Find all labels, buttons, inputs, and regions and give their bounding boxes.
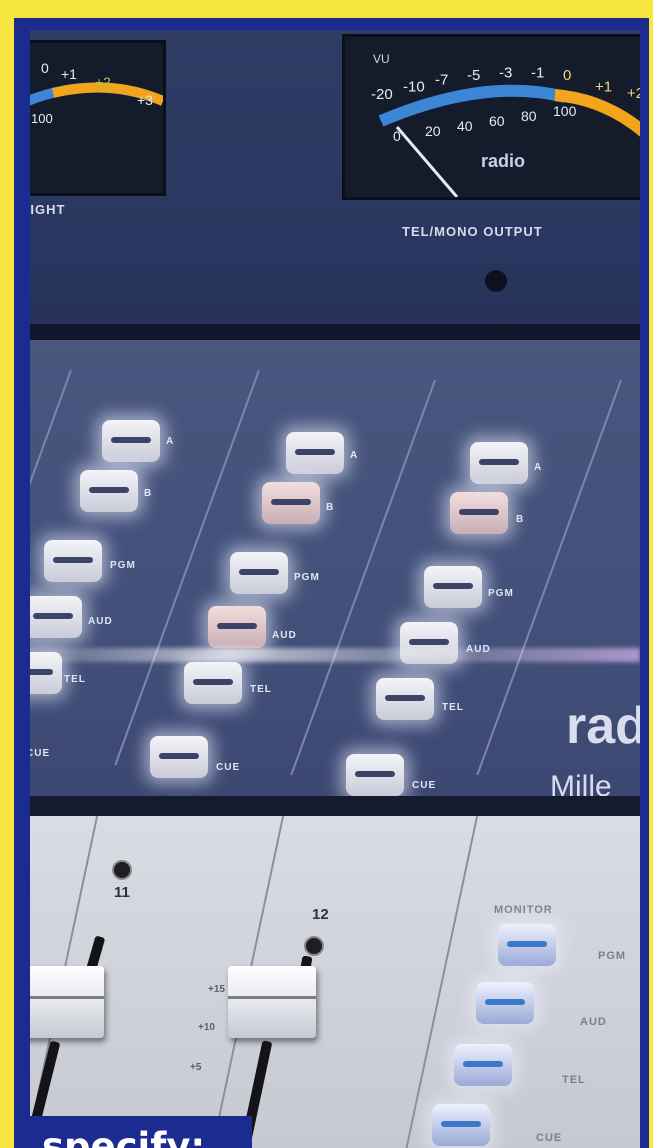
cue-label: CUE xyxy=(412,780,437,791)
channel-11-fader[interactable] xyxy=(30,966,104,1038)
monitor-title: MONITOR xyxy=(494,904,553,916)
assign-a-label: A xyxy=(534,462,543,473)
aud-button[interactable] xyxy=(30,596,82,638)
vu-top-scale-label: -3 xyxy=(499,64,512,81)
vu-meter-left-face: 0 +1 +2 +3 100 xyxy=(30,60,163,126)
tel-label: TEL xyxy=(442,702,464,713)
cue-button[interactable] xyxy=(346,754,404,796)
channel-12-led xyxy=(304,936,324,956)
vu-top-scale: -20 -10 -7 -5 -3 -1 0+1 +2 xyxy=(371,64,640,103)
vu-bottom-scale-label: 40 xyxy=(457,118,473,134)
channel-11-led xyxy=(112,860,132,880)
meter-panel: 0 +1 +2 +3 100 RIGHT VU -20-10-7-5-3-10+… xyxy=(30,30,640,330)
pgm-button[interactable] xyxy=(230,552,288,594)
tel-button[interactable] xyxy=(184,662,242,704)
pgm-label: PGM xyxy=(294,572,320,583)
aud-label: AUD xyxy=(88,616,113,627)
meter-scale-plus1: +1 xyxy=(61,66,77,82)
vu-meter-tel-mono: VU -20 -10 -7 -5 -3 -1 0 +1 +2 0 20 40 60 80 100 radi… xyxy=(342,34,640,200)
pgm-button[interactable] xyxy=(44,540,102,582)
vu-top-scale-label: -5 xyxy=(467,67,480,84)
specify-caption: specify: xyxy=(30,1116,252,1148)
pgm-label: PGM xyxy=(488,588,514,599)
fader-scale-plus5: +5 xyxy=(190,1062,202,1073)
vu-top-scale-label: -10 xyxy=(403,78,425,95)
panel-screw-hole xyxy=(485,270,507,292)
assign-b-label: B xyxy=(144,488,153,499)
fader-scale-plus10: +10 xyxy=(198,1022,215,1033)
vu-meter-right-channel: 0 +1 +2 +3 100 xyxy=(30,40,166,196)
assign-a-button[interactable] xyxy=(470,442,528,484)
vu-unit-label: VU xyxy=(373,52,390,66)
channel-number-12: 12 xyxy=(312,906,329,923)
vu-top-scale-label: -20 xyxy=(371,86,393,103)
channel-12-fader[interactable] xyxy=(228,966,316,1038)
tel-label: TEL xyxy=(250,684,272,695)
monitor-pgm-button[interactable] xyxy=(498,924,556,966)
assign-a-label: A xyxy=(350,450,359,461)
vu-bottom-scale-label: 20 xyxy=(425,123,441,139)
vu-top-scale-label: 0 xyxy=(563,67,571,84)
monitor-cue-button[interactable] xyxy=(432,1104,490,1146)
vu-bottom-scale-label: 80 xyxy=(521,108,537,124)
vu-meter-right-face: VU -20 -10 -7 -5 -3 -1 0+1 +2 0 20 40 60 80 100 radi… xyxy=(371,52,640,197)
aud-label: AUD xyxy=(272,630,297,641)
vu-top-scale-label: +1 xyxy=(595,78,612,95)
monitor-tel-label: TEL xyxy=(562,1074,586,1086)
fader-panel: 11 12 +15 +10 +5 MONITOR PGM AUD TEL CUE xyxy=(30,816,640,1148)
assign-b-button[interactable] xyxy=(450,492,508,534)
meter-scale-plus3: +3 xyxy=(137,92,153,108)
fader-scale-plus15: +15 xyxy=(208,984,225,995)
meter-label-tel-mono: TEL/MONO OUTPUT xyxy=(402,224,543,239)
vu-top-scale-label: +2 xyxy=(627,85,640,102)
monitor-pgm-label: PGM xyxy=(598,950,627,962)
monitor-cue-label: CUE xyxy=(536,1132,563,1144)
fader-strip-edge xyxy=(403,816,479,1148)
assign-b-label: B xyxy=(326,502,335,513)
cue-label: CUE xyxy=(30,748,51,759)
assign-a-label: A xyxy=(166,436,175,447)
meter-scale-plus2: +2 xyxy=(95,74,111,90)
monitor-tel-button[interactable] xyxy=(454,1044,512,1086)
monitor-aud-label: AUD xyxy=(580,1016,607,1028)
meter-logo: radio xyxy=(481,151,525,171)
button-panel: A B PGM AUD TEL CUE A B PGM AUD TEL CUE … xyxy=(30,340,640,803)
vu-top-scale-label: -1 xyxy=(531,64,544,81)
light-glare xyxy=(30,648,640,662)
assign-b-button[interactable] xyxy=(262,482,320,524)
assign-b-button[interactable] xyxy=(80,470,138,512)
assign-b-label: B xyxy=(516,514,525,525)
meter-scale-100: 100 xyxy=(31,111,53,126)
console-photo: 0 +1 +2 +3 100 RIGHT VU -20-10-7-5-3-10+… xyxy=(30,30,640,1148)
meter-label-right: RIGHT xyxy=(30,202,66,217)
pgm-label: PGM xyxy=(110,560,136,571)
vu-bottom-scale-label: 60 xyxy=(489,113,505,129)
tel-label: TEL xyxy=(64,674,86,685)
channel-number-11: 11 xyxy=(114,884,130,901)
cue-button[interactable] xyxy=(150,736,208,778)
brand-logo: radio xyxy=(566,697,640,755)
vu-top-scale-label: -7 xyxy=(435,72,448,89)
vu-bottom-scale-label: 100 xyxy=(553,103,577,119)
aud-button[interactable] xyxy=(208,606,266,648)
cue-label: CUE xyxy=(216,762,241,773)
assign-a-button[interactable] xyxy=(286,432,344,474)
assign-a-button[interactable] xyxy=(102,420,160,462)
tel-button[interactable] xyxy=(376,678,434,720)
meter-scale-0: 0 xyxy=(41,60,49,76)
monitor-aud-button[interactable] xyxy=(476,982,534,1024)
pgm-button[interactable] xyxy=(424,566,482,608)
